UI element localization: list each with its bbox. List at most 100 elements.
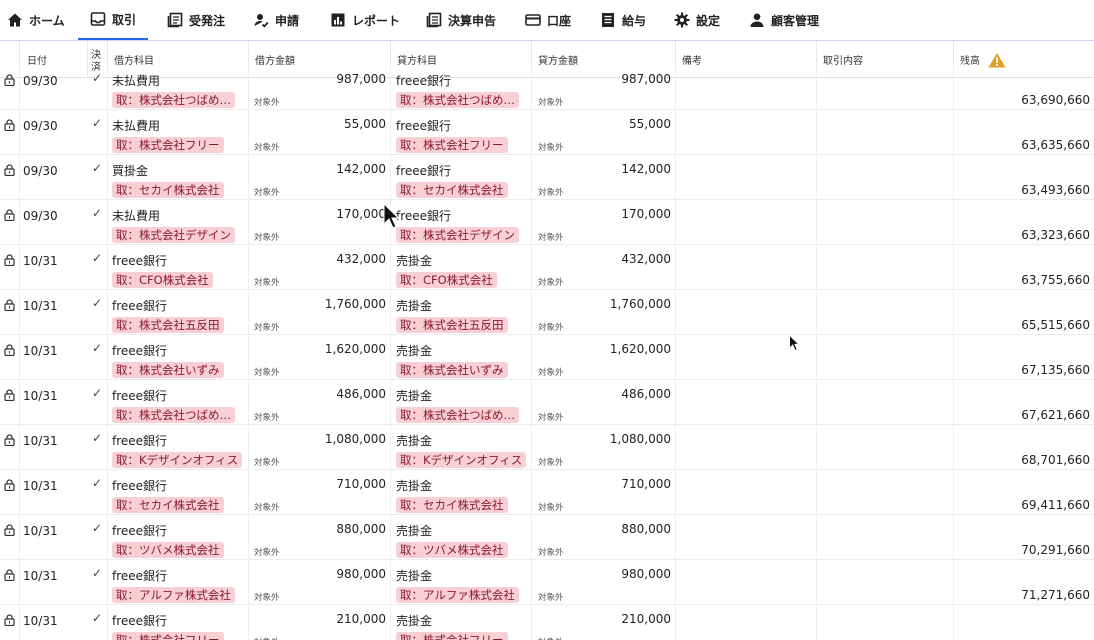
debit-amount[interactable]: 980,000 bbox=[266, 567, 386, 581]
table-row[interactable]: 10/31 ✓ freee銀行 取：株式会社つばめ… 対象外 486,000 売掛金 取：株式… bbox=[0, 380, 1094, 425]
credit-amount[interactable]: 210,000 bbox=[551, 612, 671, 626]
credit-partner-tag[interactable]: 取：ツバメ株式会社 bbox=[396, 542, 508, 558]
debit-account[interactable]: freee銀行 bbox=[112, 432, 167, 449]
description-cell[interactable] bbox=[816, 65, 953, 110]
credit-account[interactable]: 売掛金 bbox=[396, 567, 432, 584]
table-row[interactable]: 10/31 ✓ freee銀行 取：ツバメ株式会社 対象外 880,000 売掛金 取：ツバメ… bbox=[0, 515, 1094, 560]
memo-cell[interactable] bbox=[675, 560, 816, 605]
debit-account[interactable]: 未払費用 bbox=[112, 117, 160, 134]
nav-requests[interactable]: 申請 bbox=[253, 0, 299, 40]
credit-partner-tag[interactable]: 取：セカイ株式会社 bbox=[396, 497, 508, 513]
lock-icon[interactable] bbox=[4, 119, 15, 131]
credit-account[interactable]: 売掛金 bbox=[396, 522, 432, 539]
credit-account[interactable]: freee銀行 bbox=[396, 207, 451, 224]
memo-cell[interactable] bbox=[675, 470, 816, 515]
credit-account[interactable]: freee銀行 bbox=[396, 72, 451, 89]
lock-icon[interactable] bbox=[4, 299, 15, 311]
description-cell[interactable] bbox=[816, 245, 953, 290]
debit-amount[interactable]: 142,000 bbox=[266, 162, 386, 176]
credit-amount[interactable]: 170,000 bbox=[551, 207, 671, 221]
table-row[interactable]: 10/31 ✓ freee銀行 取：CFO株式会社 対象外 432,000 売掛金 取：CFO… bbox=[0, 245, 1094, 290]
debit-account[interactable]: freee銀行 bbox=[112, 612, 167, 629]
debit-amount[interactable]: 486,000 bbox=[266, 387, 386, 401]
table-row[interactable]: 09/30 ✓ 未払費用 取：株式会社デザイン 対象外 170,000 freee銀行 取：株… bbox=[0, 200, 1094, 245]
memo-cell[interactable] bbox=[675, 110, 816, 155]
debit-account[interactable]: freee銀行 bbox=[112, 477, 167, 494]
lock-icon[interactable] bbox=[4, 209, 15, 221]
credit-account[interactable]: 売掛金 bbox=[396, 477, 432, 494]
debit-partner-tag[interactable]: 取：アルファ株式会社 bbox=[112, 587, 235, 603]
credit-account[interactable]: 売掛金 bbox=[396, 252, 432, 269]
credit-amount[interactable]: 432,000 bbox=[551, 252, 671, 266]
description-cell[interactable] bbox=[816, 380, 953, 425]
table-row[interactable]: 09/30 ✓ 未払費用 取：株式会社つばめ… 対象外 987,000 freee銀行 取：株… bbox=[0, 65, 1094, 110]
debit-amount[interactable]: 1,760,000 bbox=[266, 297, 386, 311]
credit-partner-tag[interactable]: 取：株式会社五反田 bbox=[396, 317, 508, 333]
debit-account[interactable]: freee銀行 bbox=[112, 342, 167, 359]
description-cell[interactable] bbox=[816, 110, 953, 155]
debit-amount[interactable]: 1,620,000 bbox=[266, 342, 386, 356]
lock-icon[interactable] bbox=[4, 614, 15, 626]
nav-settings[interactable]: 設定 bbox=[674, 0, 720, 40]
debit-amount[interactable]: 170,000 bbox=[266, 207, 386, 221]
description-cell[interactable] bbox=[816, 560, 953, 605]
credit-account[interactable]: 売掛金 bbox=[396, 387, 432, 404]
debit-partner-tag[interactable]: 取：株式会社いずみ bbox=[112, 362, 224, 378]
credit-amount[interactable]: 486,000 bbox=[551, 387, 671, 401]
credit-partner-tag[interactable]: 取：株式会社いずみ bbox=[396, 362, 508, 378]
lock-icon[interactable] bbox=[4, 74, 15, 86]
memo-cell[interactable] bbox=[675, 200, 816, 245]
credit-partner-tag[interactable]: 取：アルファ株式会社 bbox=[396, 587, 519, 603]
credit-partner-tag[interactable]: 取：株式会社フリー bbox=[396, 632, 508, 640]
debit-amount[interactable]: 55,000 bbox=[266, 117, 386, 131]
description-cell[interactable] bbox=[816, 335, 953, 380]
memo-cell[interactable] bbox=[675, 155, 816, 200]
description-cell[interactable] bbox=[816, 425, 953, 470]
memo-cell[interactable] bbox=[675, 65, 816, 110]
debit-partner-tag[interactable]: 取：セカイ株式会社 bbox=[112, 497, 224, 513]
debit-partner-tag[interactable]: 取：株式会社フリー bbox=[112, 632, 224, 640]
credit-amount[interactable]: 55,000 bbox=[551, 117, 671, 131]
credit-partner-tag[interactable]: 取：株式会社フリー bbox=[396, 137, 508, 153]
lock-icon[interactable] bbox=[4, 524, 15, 536]
debit-account[interactable]: 未払費用 bbox=[112, 72, 160, 89]
memo-cell[interactable] bbox=[675, 605, 816, 640]
lock-icon[interactable] bbox=[4, 389, 15, 401]
table-row[interactable]: 10/31 ✓ freee銀行 取：株式会社五反田 対象外 1,760,000 売掛金 取：株… bbox=[0, 290, 1094, 335]
debit-amount[interactable]: 710,000 bbox=[266, 477, 386, 491]
debit-partner-tag[interactable]: 取：株式会社デザイン bbox=[112, 227, 235, 243]
debit-partner-tag[interactable]: 取：株式会社フリー bbox=[112, 137, 224, 153]
nav-reports[interactable]: レポート bbox=[330, 0, 400, 40]
lock-icon[interactable] bbox=[4, 434, 15, 446]
debit-amount[interactable]: 987,000 bbox=[266, 72, 386, 86]
credit-partner-tag[interactable]: 取：株式会社デザイン bbox=[396, 227, 519, 243]
nav-accounts[interactable]: 口座 bbox=[525, 0, 571, 40]
credit-amount[interactable]: 987,000 bbox=[551, 72, 671, 86]
credit-account[interactable]: 売掛金 bbox=[396, 297, 432, 314]
nav-closing[interactable]: 決算申告 bbox=[426, 0, 496, 40]
debit-account[interactable]: freee銀行 bbox=[112, 252, 167, 269]
credit-partner-tag[interactable]: 取：Kデザインオフィス bbox=[396, 452, 527, 468]
memo-cell[interactable] bbox=[675, 245, 816, 290]
nav-orders[interactable]: 受発注 bbox=[167, 0, 225, 40]
debit-amount[interactable]: 210,000 bbox=[266, 612, 386, 626]
debit-amount[interactable]: 432,000 bbox=[266, 252, 386, 266]
nav-payroll[interactable]: 給与 bbox=[600, 0, 646, 40]
nav-home[interactable]: ホーム bbox=[7, 0, 65, 40]
debit-partner-tag[interactable]: 取：CFO株式会社 bbox=[112, 272, 213, 288]
debit-partner-tag[interactable]: 取：Kデザインオフィス bbox=[112, 452, 243, 468]
description-cell[interactable] bbox=[816, 515, 953, 560]
credit-partner-tag[interactable]: 取：CFO株式会社 bbox=[396, 272, 497, 288]
debit-partner-tag[interactable]: 取：セカイ株式会社 bbox=[112, 182, 224, 198]
credit-amount[interactable]: 880,000 bbox=[551, 522, 671, 536]
lock-icon[interactable] bbox=[4, 344, 15, 356]
credit-account[interactable]: 売掛金 bbox=[396, 612, 432, 629]
description-cell[interactable] bbox=[816, 605, 953, 640]
table-row[interactable]: 10/31 ✓ freee銀行 取：アルファ株式会社 対象外 980,000 売掛金 取：アル… bbox=[0, 560, 1094, 605]
table-row[interactable]: 09/30 ✓ 買掛金 取：セカイ株式会社 対象外 142,000 freee銀行 取：セカイ… bbox=[0, 155, 1094, 200]
lock-icon[interactable] bbox=[4, 254, 15, 266]
description-cell[interactable] bbox=[816, 200, 953, 245]
credit-amount[interactable]: 1,760,000 bbox=[551, 297, 671, 311]
table-row[interactable]: 10/31 ✓ freee銀行取：株式会社フリー対象外 210,000 売掛金取：株式会… bbox=[0, 605, 1094, 640]
lock-icon[interactable] bbox=[4, 164, 15, 176]
